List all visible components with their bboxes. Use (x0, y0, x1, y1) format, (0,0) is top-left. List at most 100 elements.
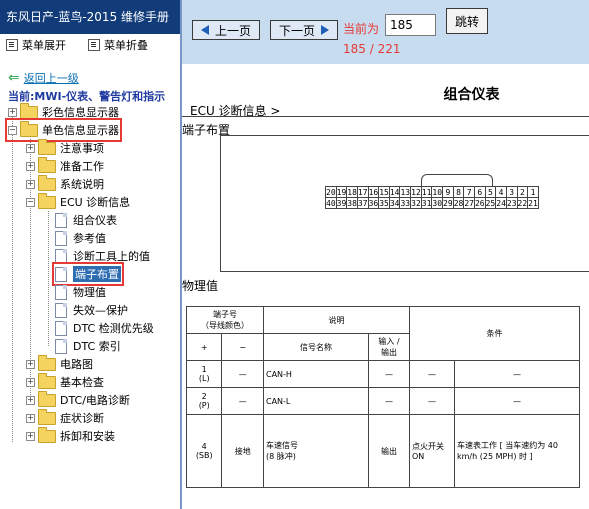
menu-toolbar: 菜单展开 菜单折叠 (0, 34, 180, 54)
tree-node-dtc-circuit-diagnosis[interactable]: + DTC/电路诊断 (26, 390, 130, 409)
connector-pin: 31 (420, 197, 433, 209)
tree-leaf-combination-meter[interactable]: 组合仪表 (55, 211, 117, 229)
back-link[interactable]: ⇐ 返回上一级 (8, 70, 79, 86)
tree-leaf-reference-value[interactable]: 参考值 (55, 229, 106, 247)
folder-icon (38, 174, 56, 191)
physical-values-table: 端子号 （导线颜色） 说明 条件 + − 信号名称 输入 / 输出 1 (L) … (185, 306, 580, 488)
header-plus: + (185, 333, 223, 361)
menu-collapse-button[interactable]: 菜单折叠 (104, 37, 148, 53)
table-row: 4 (SB) 接地 车速信号 (8 脉冲) 输出 点火开关 ON 车速表工作 [… (185, 414, 580, 488)
expand-icon[interactable]: + (8, 107, 17, 117)
tree-node-precautions[interactable]: + 注意事项 (26, 138, 104, 157)
connector-pin: 38 (346, 197, 358, 209)
folder-icon (38, 408, 56, 425)
connector-diagram: 20 19 18 17 16 15 14 13 12 11 10 9 8 7 6 5 4 3 2 1 40 39 38 37… (220, 135, 589, 272)
folder-open-icon (38, 192, 56, 209)
expand-icon[interactable]: + (26, 377, 35, 387)
tree-node-color-display[interactable]: + 彩色信息显示器 (8, 102, 119, 121)
pin-row-top: 20 19 18 17 16 15 14 13 12 11 10 9 8 7 6 5 4 3 2 1 (325, 186, 539, 198)
connector-pin: 3 (505, 186, 518, 198)
tree-node-wiring-diagram[interactable]: + 电路图 (26, 354, 93, 373)
expand-icon[interactable]: + (26, 395, 35, 405)
connector-pin: 14 (388, 186, 401, 198)
connector-pin: 35 (378, 197, 390, 209)
header-condition: 条件 (409, 306, 580, 361)
header-description: 说明 (263, 306, 410, 334)
connector-pin: 5 (484, 186, 497, 198)
folder-open-icon (20, 120, 38, 137)
collapse-icon[interactable]: − (8, 125, 17, 135)
connector-pin: 1 (527, 186, 539, 198)
tree-node-system-description[interactable]: + 系统说明 (26, 174, 104, 193)
go-button[interactable]: 跳转 (446, 8, 488, 34)
collapse-icon[interactable]: − (26, 197, 35, 207)
tree-leaf-dtc-index[interactable]: DTC 索引 (55, 337, 121, 355)
section-physical-values: 物理值 (182, 279, 219, 293)
expand-icon[interactable]: + (26, 359, 35, 369)
connector-pin: 8 (452, 186, 465, 198)
next-page-button[interactable]: 下一页 (270, 20, 338, 40)
folder-icon (38, 138, 56, 155)
page-number-input[interactable] (385, 14, 436, 36)
folder-icon (20, 102, 38, 119)
expand-icon[interactable]: + (26, 179, 35, 189)
page-icon (55, 320, 67, 336)
page-navigation-bar: 上一页 下一页 当前为 跳转 185 / 221 (182, 0, 589, 64)
connector-pin: 12 (410, 186, 422, 198)
connector-pin: 20 (325, 186, 337, 198)
tree-node-removal-installation[interactable]: + 拆卸和安装 (26, 426, 115, 445)
expand-icon[interactable]: + (26, 143, 35, 153)
page-icon (55, 212, 67, 228)
connector-pin: 24 (495, 197, 507, 209)
expand-icon[interactable]: + (26, 413, 35, 423)
document-page: 组合仪表 ECU 诊断信息 > 端子布置 20 19 18 17 16 15 14 13 12 1… (182, 64, 589, 509)
connector-pin: 25 (484, 197, 497, 209)
tree-leaf-physical-values[interactable]: 物理值 (55, 283, 106, 301)
divider (182, 116, 589, 117)
tree-node-mono-display[interactable]: − 单色信息显示器 (5, 118, 122, 142)
folder-icon (38, 156, 56, 173)
back-arrow-icon: ⇐ (8, 69, 20, 86)
connector-pin: 40 (325, 197, 337, 209)
connector-pin: 29 (442, 197, 454, 209)
connector-pin: 15 (378, 186, 390, 198)
page-icon (55, 284, 67, 300)
prev-page-button[interactable]: 上一页 (192, 20, 260, 40)
connector-pin: 13 (399, 186, 412, 198)
tree-node-ecu-diagnosis[interactable]: − ECU 诊断信息 (26, 192, 130, 211)
header-io: 输入 / 输出 (368, 333, 410, 361)
tree-leaf-fail-safe[interactable]: 失效—保护 (55, 301, 128, 319)
connector-pin: 34 (388, 197, 401, 209)
document-viewer: 上一页 下一页 当前为 跳转 185 / 221 组合仪表 ECU 诊断信息 >… (182, 0, 589, 509)
connector-pin: 11 (420, 186, 433, 198)
tree-node-preparation[interactable]: + 准备工作 (26, 156, 104, 175)
folder-icon (38, 372, 56, 389)
expand-icon[interactable]: + (26, 431, 35, 441)
folder-icon (38, 354, 56, 371)
table-row: 2 (P) — CAN-L — — — (185, 387, 580, 415)
header-signal-name: 信号名称 (263, 333, 369, 361)
menu-expand-button[interactable]: 菜单展开 (22, 37, 66, 53)
tree-node-symptom-diagnosis[interactable]: + 症状诊断 (26, 408, 104, 427)
tree-leaf-terminal-layout[interactable]: 端子布置 (52, 262, 124, 286)
expand-icon[interactable]: + (26, 161, 35, 171)
connector-pin: 4 (495, 186, 507, 198)
connector-pin: 27 (463, 197, 475, 209)
connector-pin: 26 (473, 197, 486, 209)
pin-row-bottom: 40 39 38 37 36 35 34 33 32 31 30 29 28 27 26 25 24 23 22 21 (325, 197, 539, 209)
tree-leaf-dtc-priority[interactable]: DTC 检测优先级 (55, 319, 154, 337)
connector-pin: 10 (431, 186, 444, 198)
menu-collapse-icon[interactable] (88, 39, 100, 51)
connector-pin: 23 (505, 197, 518, 209)
page-icon (55, 248, 67, 264)
table-row: 1 (L) — CAN-H — — — (185, 360, 580, 388)
tree-node-basic-inspection[interactable]: + 基本检查 (26, 372, 104, 391)
connector-pin: 37 (356, 197, 369, 209)
back-link-label[interactable]: 返回上一级 (24, 70, 79, 86)
current-location: 当前:MWI-仪表、警告灯和指示 (8, 90, 166, 103)
app-title: 东风日产-蓝鸟-2015 维修手册 (0, 0, 180, 34)
connector-pin: 17 (356, 186, 369, 198)
tree-leaf-diagnostic-tool-values[interactable]: 诊断工具上的值 (55, 247, 150, 265)
connector-pin: 6 (473, 186, 486, 198)
menu-expand-icon[interactable] (6, 39, 18, 51)
